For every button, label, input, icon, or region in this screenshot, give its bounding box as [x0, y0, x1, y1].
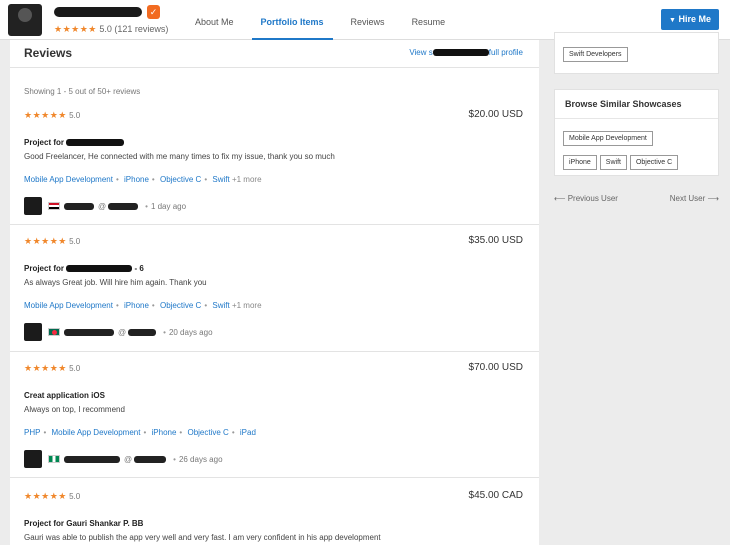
reviews-panel-header: Reviews View s full profile — [10, 40, 539, 68]
tab-reviews[interactable]: Reviews — [342, 0, 394, 40]
more-tags-link[interactable]: +1 more — [232, 301, 262, 310]
reviews-panel: Reviews View s full profile Showing 1 - 5… — [10, 40, 539, 545]
redacted-name — [432, 49, 489, 57]
rating-value: 5.0 — [99, 24, 112, 34]
profile-rating: ★★★★★ 5.0 (121 reviews) — [54, 24, 168, 35]
showcase-chip[interactable]: Mobile App Development — [563, 131, 653, 146]
review-project-title[interactable]: Creat application iOS — [24, 391, 105, 400]
tab-portfolio-items[interactable]: Portfolio Items — [251, 0, 333, 40]
skill-tag[interactable]: Mobile App Development — [52, 428, 141, 437]
country-flag-icon — [48, 328, 60, 336]
redacted-text — [134, 455, 167, 463]
redacted-text — [128, 328, 157, 336]
review-item: ★★★★★ 5.0 $20.00 USD Project for Good Fr… — [10, 100, 539, 225]
showcase-chip[interactable]: Swift — [599, 155, 627, 170]
review-item: ★★★★★ 5.0 $70.00 USD Creat application i… — [10, 352, 539, 478]
country-flag-icon — [48, 202, 60, 210]
reviewer-info: @ • 20 days ago — [24, 323, 213, 341]
hire-me-button[interactable]: ▼ Hire Me — [661, 9, 719, 30]
review-price: $35.00 USD — [468, 235, 523, 246]
review-price: $20.00 USD — [468, 109, 523, 120]
reviewer-avatar[interactable] — [24, 197, 42, 215]
redacted-text — [108, 202, 139, 210]
review-rating: ★★★★★ 5.0 — [24, 363, 81, 373]
review-project-title[interactable]: Project for Gauri Shankar P. BB — [24, 519, 143, 528]
skill-chip[interactable]: Swift Developers — [563, 47, 628, 62]
next-user-link[interactable]: Next User ⟶ — [670, 194, 719, 203]
skill-tag[interactable]: Mobile App Development — [24, 175, 113, 184]
review-time: 20 days ago — [168, 327, 213, 337]
redacted-text — [64, 328, 114, 336]
skill-tag[interactable]: Objective C — [160, 175, 201, 184]
redacted-text — [66, 265, 133, 273]
profile-nav: About Me Portfolio Items Reviews Resume — [186, 0, 463, 40]
reviews-title: Reviews — [24, 46, 73, 60]
tab-about-me[interactable]: About Me — [186, 0, 243, 40]
review-comment: Always on top, I recommend — [24, 405, 125, 414]
review-item: ★★★★★ 5.0 $45.00 CAD Project for Gauri S… — [10, 478, 539, 545]
reviewer-avatar[interactable] — [24, 323, 42, 341]
skill-tag[interactable]: Mobile App Development — [24, 301, 113, 310]
skill-chips: Swift Developers — [555, 33, 718, 70]
profile-name-redacted — [54, 7, 142, 17]
review-comment: Gauri was able to publish the app very w… — [24, 533, 381, 542]
redacted-text — [64, 455, 120, 463]
redacted-text — [64, 202, 94, 210]
review-skill-tags: Mobile App Development • iPhone • Objectiv… — [24, 301, 262, 310]
skill-tag[interactable]: Objective C — [187, 428, 228, 437]
review-rating: ★★★★★ 5.0 — [24, 110, 81, 120]
review-comment: As always Great job. Will hire him again… — [24, 278, 207, 287]
review-item: ★★★★★ 5.0 $35.00 USD Project for - 6 As … — [10, 225, 539, 352]
rating-stars-icon: ★★★★★ — [54, 24, 97, 34]
review-stars-icon: ★★★★★ — [24, 110, 67, 120]
profile-avatar[interactable] — [8, 4, 42, 36]
review-stars-icon: ★★★★★ — [24, 236, 67, 246]
reviews-count-summary: Showing 1 - 5 out of 50+ reviews — [24, 87, 141, 96]
browse-similar-title: Browse Similar Showcases — [555, 90, 718, 119]
showcase-chip[interactable]: Objective C — [629, 155, 679, 170]
dropdown-arrow-icon: ▼ — [669, 17, 676, 24]
review-time: 26 days ago — [178, 454, 223, 464]
reviewer-avatar[interactable] — [24, 450, 42, 468]
skill-tag[interactable]: Swift — [212, 175, 229, 184]
browse-similar-showcases-card: Browse Similar Showcases Mobile App Deve… — [554, 89, 719, 176]
reviews-count: (121 reviews) — [114, 24, 169, 34]
review-rating: ★★★★★ 5.0 — [24, 491, 81, 501]
showcase-chip[interactable]: iPhone — [563, 155, 597, 170]
review-skill-tags: Mobile App Development • iPhone • Objectiv… — [24, 175, 262, 184]
review-price: $70.00 USD — [468, 362, 523, 373]
tab-resume[interactable]: Resume — [403, 0, 455, 40]
preferred-freelancer-badge-icon: ✓ — [147, 5, 160, 19]
review-time: 1 day ago — [150, 201, 187, 211]
reviewer-info: @ • 26 days ago — [24, 450, 223, 468]
country-flag-icon — [48, 455, 60, 463]
skill-tag[interactable]: Objective C — [160, 301, 201, 310]
skill-tag[interactable]: PHP — [24, 428, 40, 437]
review-stars-icon: ★★★★★ — [24, 491, 67, 501]
review-price: $45.00 CAD — [468, 490, 523, 501]
showcase-chips: Mobile App Development iPhone Swift Object… — [555, 119, 718, 178]
previous-user-link[interactable]: ⟵ Previous User — [554, 194, 618, 203]
review-project-title[interactable]: Project for — [24, 138, 125, 147]
skill-tag[interactable]: iPhone — [124, 175, 149, 184]
review-skill-tags: PHP • Mobile App Development • iPhone • Obj… — [24, 428, 256, 437]
review-project-title[interactable]: Project for - 6 — [24, 264, 144, 273]
review-rating: ★★★★★ 5.0 — [24, 236, 81, 246]
review-comment: Good Freelancer, He connected with me ma… — [24, 152, 335, 161]
redacted-text — [66, 139, 125, 147]
skills-card: Swift Developers — [554, 32, 719, 74]
hire-me-label: Hire Me — [678, 14, 711, 24]
skill-tag[interactable]: iPhone — [152, 428, 177, 437]
more-tags-link[interactable]: +1 more — [232, 175, 262, 184]
skill-tag[interactable]: Swift — [212, 301, 229, 310]
view-full-profile-link[interactable]: View s full profile — [409, 48, 523, 57]
skill-tag[interactable]: iPad — [240, 428, 256, 437]
reviewer-info: @ • 1 day ago — [24, 197, 186, 215]
review-stars-icon: ★★★★★ — [24, 363, 67, 373]
skill-tag[interactable]: iPhone — [124, 301, 149, 310]
